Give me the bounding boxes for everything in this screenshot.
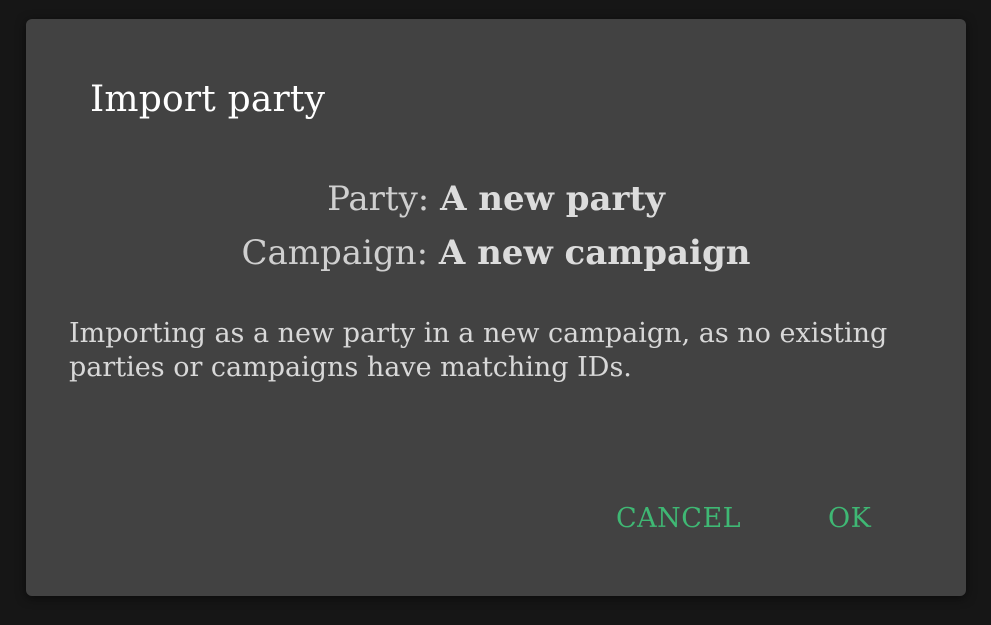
import-party-dialog: Import party Party: A new party Campaign… — [26, 19, 966, 596]
campaign-label: Campaign: — [241, 233, 439, 273]
campaign-value: A new campaign — [438, 233, 751, 273]
party-label: Party: — [327, 179, 441, 219]
cancel-button[interactable]: CANCEL — [610, 499, 747, 538]
import-message: Importing as a new party in a new campai… — [69, 318, 888, 383]
campaign-info-line: Campaign: A new campaign — [26, 233, 966, 273]
party-value: A new party — [440, 179, 665, 219]
party-info-line: Party: A new party — [26, 179, 966, 219]
ok-button[interactable]: OK — [822, 499, 877, 538]
dialog-title: Import party — [90, 79, 326, 120]
